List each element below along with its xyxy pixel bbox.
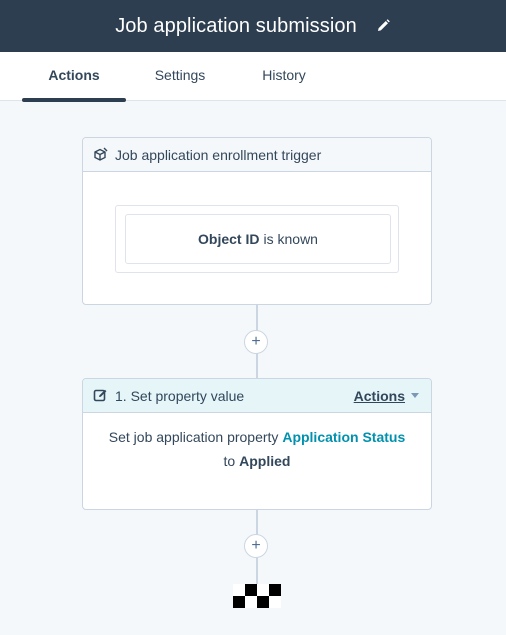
tab-history[interactable]: History (244, 52, 324, 100)
add-action-button[interactable]: + (244, 330, 268, 354)
pencil-icon[interactable] (375, 18, 391, 34)
plus-icon: + (251, 537, 261, 554)
set-property-action-card[interactable]: 1. Set property value Actions Set job ap… (82, 378, 432, 510)
plus-icon: + (251, 333, 261, 350)
action-description: Set job application property Application… (83, 425, 431, 473)
action-prefix: Set job application property (108, 429, 279, 445)
trigger-card-header: Job application enrollment trigger (83, 138, 431, 172)
actions-dropdown[interactable]: Actions (354, 388, 419, 404)
property-value: Applied (239, 453, 291, 469)
property-link[interactable]: Application Status (282, 429, 405, 445)
actions-dropdown-label: Actions (353, 387, 405, 404)
edit-property-icon (93, 388, 108, 403)
filter-property: Object ID (198, 231, 260, 247)
action-card-header: 1. Set property value Actions (83, 379, 431, 413)
tab-bar: Actions Settings History (0, 52, 506, 101)
filter-condition: is known (263, 231, 318, 247)
tab-actions[interactable]: Actions (22, 52, 126, 100)
tab-settings[interactable]: Settings (140, 52, 220, 100)
workflow-title: Job application submission (115, 14, 357, 37)
action-title: 1. Set property value (115, 387, 245, 404)
action-to-word: to (223, 453, 236, 469)
caret-down-icon (411, 393, 419, 398)
filter-criterion[interactable]: Object ID is known (125, 214, 391, 264)
filter-group: Object ID is known (115, 205, 399, 273)
app-header: Job application submission (0, 0, 506, 52)
enrollment-trigger-card[interactable]: Job application enrollment trigger Objec… (82, 137, 432, 305)
add-action-button[interactable]: + (244, 534, 268, 558)
checkered-flag-icon (233, 584, 281, 608)
active-tab-indicator (22, 98, 126, 102)
enrollment-trigger-icon (93, 147, 108, 162)
trigger-title: Job application enrollment trigger (115, 146, 322, 163)
